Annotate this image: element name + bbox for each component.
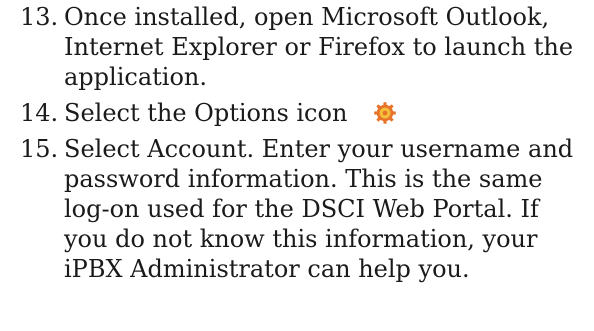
instruction-list: 13. Once installed, open Microsoft Outlo… [0,2,594,284]
step-number: 13. [20,3,59,31]
instruction-step-14: 14. Select the Options icon [0,98,594,128]
step-text: Select Account. Enter your username and … [64,135,574,283]
step-text: Once installed, open Microsoft Outlook, … [64,3,574,91]
instruction-step-15: 15. Select Account. Enter your username … [0,134,594,284]
step-text: Select the Options icon [64,99,348,127]
options-gear-icon [373,101,397,125]
instruction-step-13: 13. Once installed, open Microsoft Outlo… [0,2,594,92]
document-page: 13. Once installed, open Microsoft Outlo… [0,0,594,331]
step-number: 15. [20,135,59,163]
step-number: 14. [20,99,59,127]
